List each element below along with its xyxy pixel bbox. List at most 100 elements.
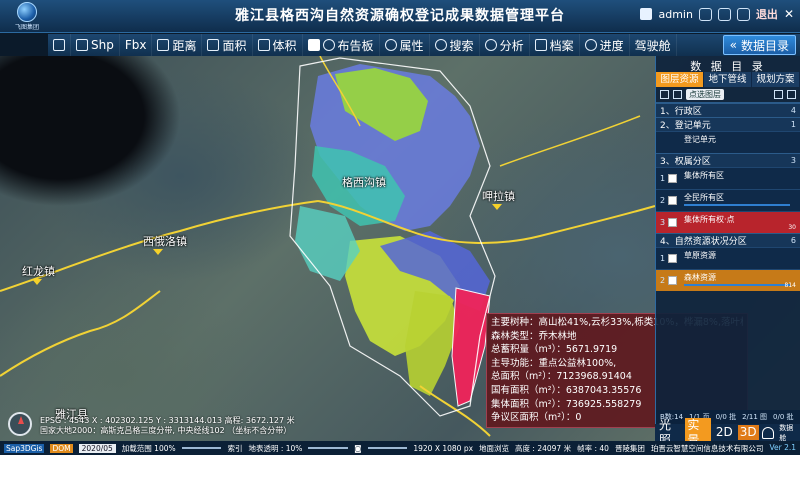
collapse-icon[interactable]: [673, 90, 682, 99]
compass-icon[interactable]: [8, 412, 32, 436]
coordinate-line: EPSG : 4543 X : 402302.125 Y : 3313144.0…: [40, 416, 295, 425]
exit-button[interactable]: 退出: [756, 6, 778, 22]
app: 飞图集团 雅江县格西沟自然资源确权登记成果数据管理平台 admin 退出 ✕ 格…: [0, 0, 800, 477]
archive-button[interactable]: 档案: [530, 34, 580, 56]
shp-button[interactable]: Shp: [71, 34, 120, 56]
check-icon[interactable]: [774, 90, 783, 99]
layer-row[interactable]: 1 草原资源: [656, 247, 800, 269]
pick-layer-button[interactable]: 点选图层: [686, 89, 724, 100]
search-label: 搜索: [449, 38, 474, 53]
volume-label: 体积: [272, 38, 297, 53]
gear-icon[interactable]: [698, 7, 712, 21]
search-button[interactable]: 搜索: [430, 34, 480, 56]
bottom-margin: [0, 455, 800, 477]
dom-toggle[interactable]: DOM: [50, 443, 73, 453]
layer-checkbox[interactable]: [668, 218, 677, 227]
resolution-slider[interactable]: [367, 447, 408, 449]
attribute-button[interactable]: 属性: [380, 34, 430, 56]
layer-index: 2: [660, 196, 666, 205]
status-right: 高度 : 24097 米 帧率 : 40 晋陵集团 珀晋云智慧空间信息技术有限公…: [515, 443, 800, 454]
layer-group-resources[interactable]: 4、自然资源状况分区 6: [656, 233, 800, 247]
fullscreen-icon[interactable]: [736, 7, 750, 21]
layer-group-registration[interactable]: 2、登记单元 1: [656, 117, 800, 131]
close-icon[interactable]: ✕: [784, 7, 794, 21]
footer-stat: 2/11 图: [742, 413, 768, 421]
area-button[interactable]: 面积: [202, 34, 253, 56]
fps-readout: 帧率 : 40: [577, 443, 609, 453]
view-mode-bar: 光照 实景 2D 3D 数据舱: [655, 417, 800, 448]
archive-icon: [534, 39, 547, 51]
opacity-slider[interactable]: [684, 284, 790, 286]
data-catalog-button[interactable]: « 数据目录: [722, 35, 796, 55]
resource-polygon-olive: [405, 291, 460, 396]
layer-group-ownership[interactable]: 3、权属分区 3: [656, 153, 800, 167]
layer-name: 集体所有区: [684, 171, 724, 180]
tab-underground-pipelines[interactable]: 地下管线: [704, 72, 752, 87]
billboard-button[interactable]: 布告板: [303, 34, 380, 56]
ground-browse-button[interactable]: 地面浏览: [479, 443, 509, 454]
load-range-label: 加载范围 100%: [121, 443, 176, 453]
info-icon: [384, 39, 397, 51]
checkbox-icon: [307, 39, 320, 51]
list-icon[interactable]: [660, 90, 669, 99]
analysis-label: 分析: [499, 38, 524, 53]
layer-row[interactable]: 1 集体所有区: [656, 167, 800, 189]
data-catalog-panel: 数 据 目 录 图层资源 地下管线 规划方案 点选图层 1、行政区 4 2、登记…: [655, 56, 800, 424]
layer-count: 30: [788, 224, 796, 231]
window-icon[interactable]: [717, 7, 731, 21]
version-label: Ver 2.1: [769, 442, 796, 452]
layer-checkbox[interactable]: [668, 174, 677, 183]
globe-icon: [17, 2, 37, 22]
layer-group-admin[interactable]: 1、行政区 4: [656, 103, 800, 117]
company-name: 珀晋云智慧空间信息技术有限公司: [650, 443, 764, 453]
ruler-icon: [157, 39, 170, 51]
resolution-label: 1920 X 1080 px: [413, 443, 474, 453]
layer-name: 登记单元: [684, 135, 716, 144]
tab-layer-resources[interactable]: 图层资源: [656, 72, 704, 87]
logo: 飞图集团: [8, 2, 46, 32]
group-title: 4、自然资源状况分区: [660, 237, 747, 247]
layer-checkbox[interactable]: [668, 254, 677, 263]
cockpit-button[interactable]: 驾驶舱: [630, 34, 677, 56]
save-button[interactable]: [48, 34, 71, 56]
group-count: 4: [790, 106, 796, 115]
opacity-slider[interactable]: [684, 204, 790, 206]
distance-button[interactable]: 距离: [152, 34, 203, 56]
layer-row[interactable]: 2 全民所有区: [656, 189, 800, 211]
layer-row[interactable]: 3 集体所有权·点 30: [656, 211, 800, 233]
3d-button[interactable]: 3D: [737, 425, 759, 440]
height-readout: 高度 : 24097 米: [515, 443, 572, 453]
lock-icon[interactable]: [787, 90, 796, 99]
place-pin-icon: [153, 249, 163, 255]
progress-button[interactable]: 进度: [580, 34, 630, 56]
camera-icon[interactable]: ◙: [354, 444, 361, 453]
volume-icon: [257, 39, 270, 51]
shp-label: Shp: [91, 38, 114, 52]
2d-button[interactable]: 2D: [714, 425, 735, 440]
layer-index: 3: [660, 218, 666, 227]
layer-row[interactable]: 2 森林资源 814: [656, 269, 800, 291]
layer-row[interactable]: 登记单元: [656, 131, 800, 153]
fbx-label: Fbx: [124, 38, 147, 52]
page-title: 雅江县格西沟自然资源确权登记成果数据管理平台: [235, 8, 565, 24]
panel-tabs: 图层资源 地下管线 规划方案: [656, 72, 800, 87]
footer-stat: 0/0 批: [773, 413, 794, 421]
tab-planning[interactable]: 规划方案: [752, 72, 800, 87]
index-toggle[interactable]: 索引: [227, 443, 242, 454]
layer-checkbox[interactable]: [668, 276, 677, 285]
analysis-button[interactable]: 分析: [480, 34, 530, 56]
attribute-label: 属性: [399, 38, 424, 53]
layer-checkbox[interactable]: [668, 196, 677, 205]
group-title: 2、登记单元: [660, 121, 711, 131]
billboard-icon: [322, 39, 335, 51]
dashboard-icon[interactable]: [761, 426, 775, 439]
volume-button[interactable]: 体积: [253, 34, 303, 56]
title-actions: admin 退出 ✕: [640, 6, 794, 22]
terrain-slider[interactable]: [308, 447, 349, 449]
fbx-button[interactable]: Fbx: [120, 34, 153, 56]
dashboard-label: 数据舱: [779, 423, 794, 442]
area-icon: [207, 39, 220, 51]
load-range-slider[interactable]: [181, 447, 222, 449]
road-line: [499, 115, 641, 167]
date-select[interactable]: 2020/05: [78, 443, 116, 453]
